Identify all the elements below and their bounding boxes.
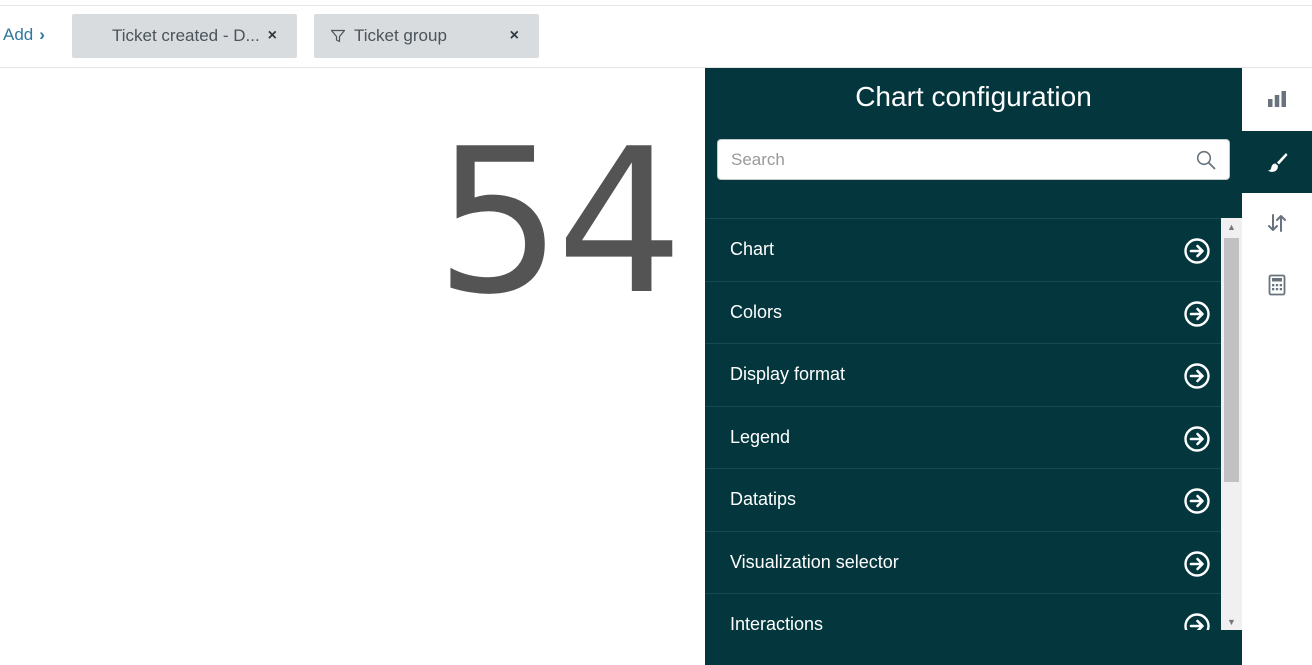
- close-icon[interactable]: ×: [510, 28, 519, 44]
- menu-item-legend[interactable]: Legend: [705, 405, 1221, 469]
- filter-bar: Add › Ticket created - D... × Ticket gro…: [0, 6, 1312, 68]
- arrow-right-circle-icon: [1184, 613, 1210, 630]
- menu-item-label: Legend: [730, 426, 791, 447]
- menu-item-visualization-selector[interactable]: Visualization selector: [705, 530, 1221, 594]
- add-label: Add: [3, 25, 34, 44]
- arrow-right-circle-icon: [1184, 238, 1210, 264]
- add-filter-link[interactable]: Add ›: [3, 25, 45, 45]
- menu-item-interactions[interactable]: Interactions: [705, 593, 1221, 630]
- calculations-tab-button[interactable]: [1242, 254, 1312, 316]
- arrow-right-circle-icon: [1184, 550, 1210, 577]
- menu-item-label: Interactions: [730, 614, 824, 630]
- menu-item-label: Visualization selector: [730, 551, 899, 572]
- arrow-right-circle-icon: [1184, 363, 1210, 389]
- sort-arrows-icon: [1268, 214, 1286, 232]
- filter-chip-ticket-created[interactable]: Ticket created - D... ×: [72, 14, 297, 58]
- arrow-right-circle-icon: [1184, 425, 1210, 452]
- scroll-up-arrow-icon[interactable]: ▲: [1221, 218, 1242, 235]
- funnel-icon: [330, 29, 346, 43]
- side-toolbar: [1242, 68, 1312, 665]
- search-icon[interactable]: [1196, 150, 1216, 170]
- config-menu-list: Chart Colors Display format Legend Datat…: [705, 218, 1221, 630]
- chart-configuration-tab-button[interactable]: [1242, 131, 1312, 193]
- metric-value: 54: [435, 106, 683, 339]
- filter-chip-label: Ticket group: [354, 26, 447, 45]
- arrow-right-circle-icon: [1184, 488, 1210, 514]
- filter-chip-ticket-group[interactable]: Ticket group ×: [314, 14, 539, 58]
- menu-item-display-format[interactable]: Display format: [705, 343, 1221, 406]
- sort-tab-button[interactable]: [1242, 192, 1312, 254]
- menu-item-datatips[interactable]: Datatips: [705, 468, 1221, 531]
- menu-item-label: Colors: [730, 301, 783, 322]
- arrow-right-circle-icon: [1184, 300, 1210, 327]
- menu-item-label: Chart: [730, 239, 775, 260]
- panel-title: Chart configuration: [855, 81, 1092, 112]
- chart-configuration-panel: Chart configuration Chart Colors Display…: [705, 68, 1242, 665]
- calculator-icon: [1268, 274, 1286, 296]
- menu-scrollbar[interactable]: ▲ ▼: [1221, 218, 1242, 630]
- paintbrush-icon: [1268, 153, 1288, 172]
- close-icon[interactable]: ×: [268, 28, 277, 44]
- menu-item-label: Datatips: [730, 489, 797, 510]
- bar-chart-icon: [1268, 91, 1286, 107]
- search-input[interactable]: [718, 140, 1188, 179]
- menu-item-colors[interactable]: Colors: [705, 280, 1221, 344]
- visualization-tab-button[interactable]: [1242, 68, 1312, 130]
- scroll-thumb[interactable]: [1224, 238, 1239, 482]
- chevron-right-icon: ›: [39, 25, 45, 44]
- search-box: [717, 139, 1230, 180]
- scroll-down-arrow-icon[interactable]: ▼: [1221, 613, 1242, 630]
- menu-item-label: Display format: [730, 364, 846, 385]
- menu-item-chart[interactable]: Chart: [705, 218, 1221, 281]
- filter-chip-label: Ticket created - D...: [112, 26, 260, 45]
